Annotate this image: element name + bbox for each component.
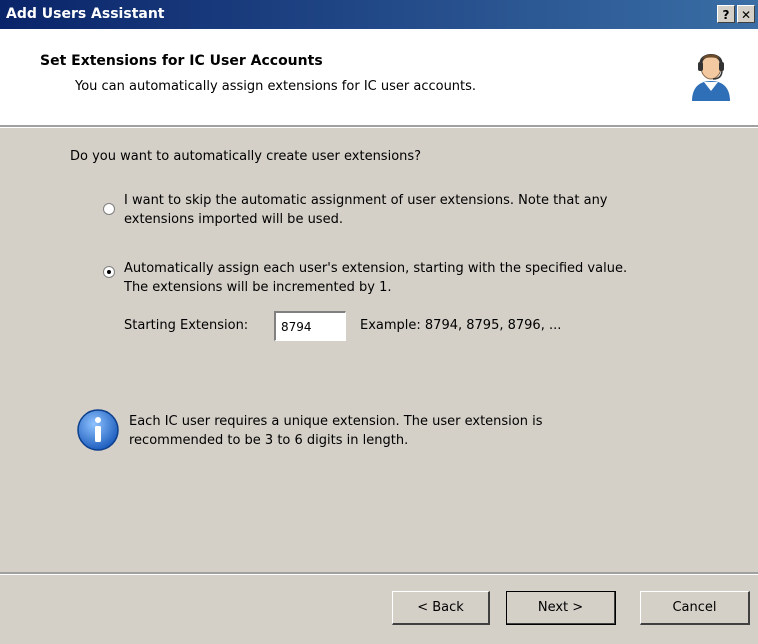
info-icon [77, 409, 119, 451]
next-button[interactable]: Next > [506, 591, 616, 625]
info-line2: recommended to be 3 to 6 digits in lengt… [129, 433, 409, 448]
skip-assignment-line2: extensions imported will be used. [124, 212, 343, 227]
auto-assign-line2: The extensions will be incremented by 1. [124, 280, 392, 295]
auto-assign-line1: Automatically assign each user's extensi… [124, 261, 628, 276]
user-headset-icon [692, 54, 730, 101]
extension-question: Do you want to automatically create user… [70, 149, 422, 164]
skip-assignment-label[interactable]: I want to skip the automatic assignment … [124, 191, 608, 229]
back-button[interactable]: < Back [392, 591, 490, 625]
starting-extension-input[interactable] [274, 311, 346, 341]
auto-assign-radio[interactable] [103, 266, 115, 278]
info-line1: Each IC user requires a unique extension… [129, 414, 543, 429]
window-title: Add Users Assistant [6, 6, 165, 22]
extension-example-text: Example: 8794, 8795, 8796, ... [360, 318, 562, 333]
footer-divider [0, 572, 758, 575]
header-divider [0, 125, 758, 128]
skip-assignment-radio[interactable] [103, 203, 115, 215]
auto-assign-label[interactable]: Automatically assign each user's extensi… [124, 259, 627, 297]
close-button[interactable]: ✕ [737, 5, 755, 23]
add-users-assistant-dialog: Add Users Assistant ? ✕ Set Extensions f… [0, 0, 758, 644]
help-button[interactable]: ? [717, 5, 735, 23]
title-bar[interactable]: Add Users Assistant ? ✕ [0, 0, 758, 29]
page-subtitle: You can automatically assign extensions … [75, 79, 477, 94]
info-message: Each IC user requires a unique extension… [129, 412, 543, 450]
skip-assignment-line1: I want to skip the automatic assignment … [124, 193, 608, 208]
radio-selected-dot [107, 270, 111, 274]
cancel-button[interactable]: Cancel [640, 591, 750, 625]
page-title: Set Extensions for IC User Accounts [40, 53, 323, 69]
starting-extension-label: Starting Extension: [124, 318, 249, 333]
wizard-header: Set Extensions for IC User Accounts You … [0, 29, 758, 125]
